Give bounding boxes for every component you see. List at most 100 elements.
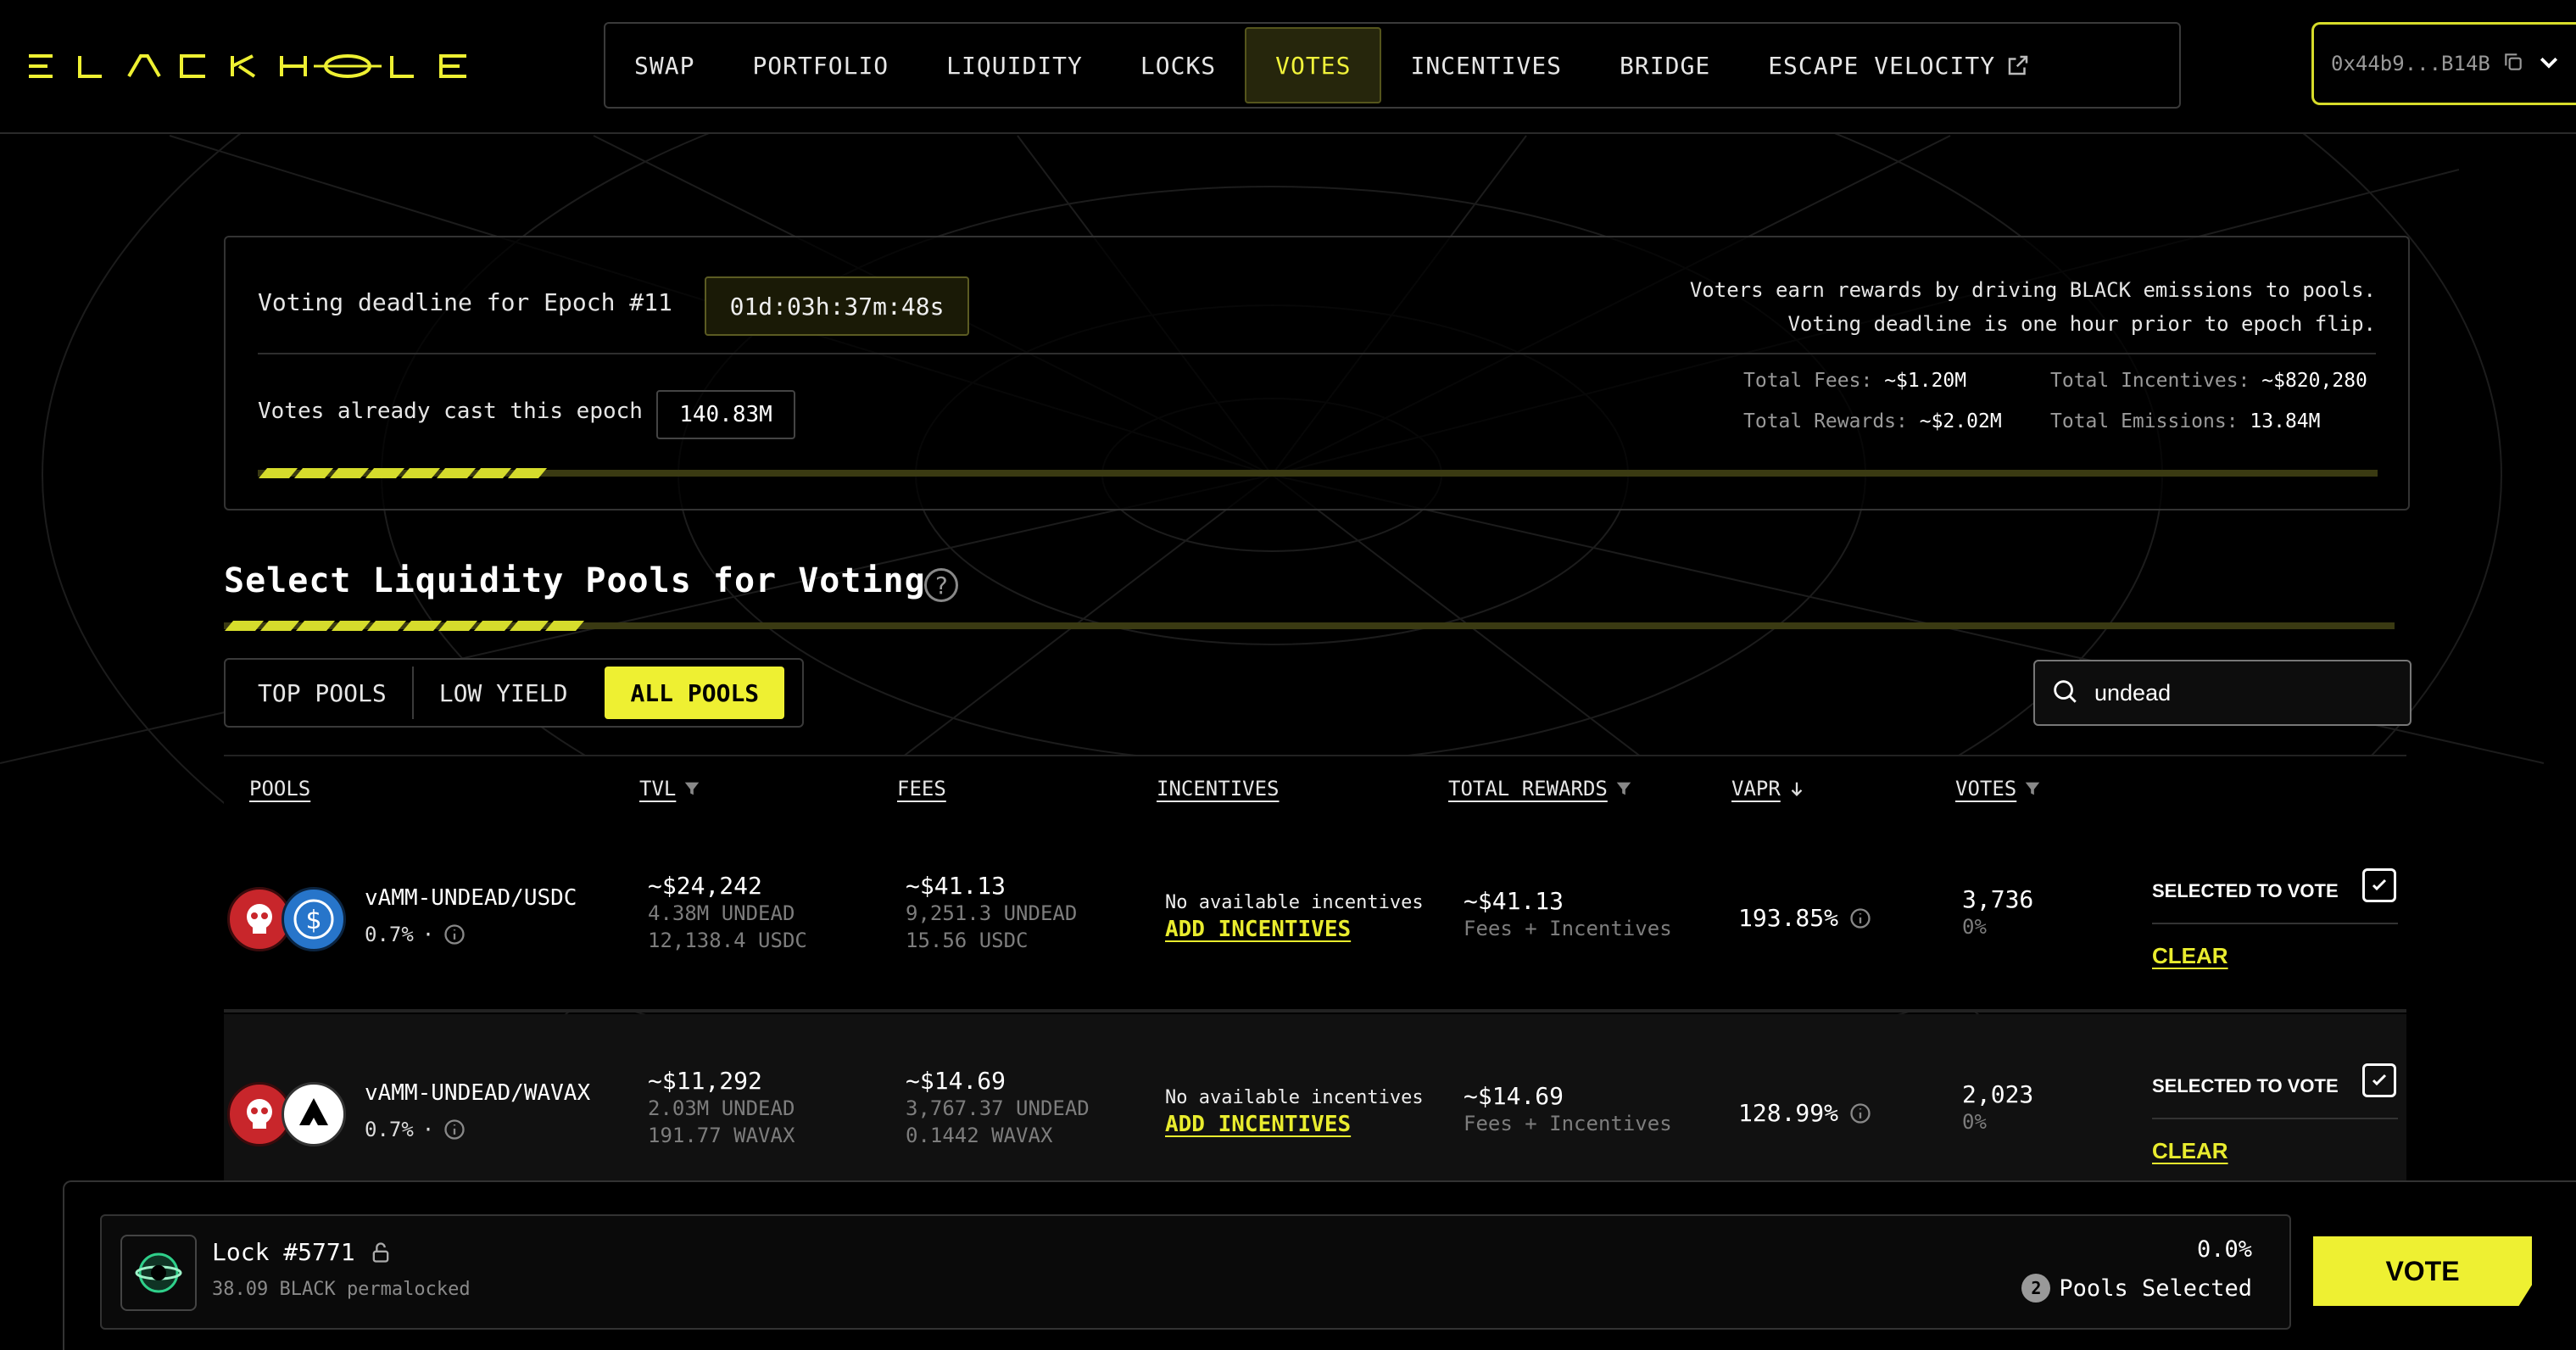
vote-summary-bar: Lock #5771 38.09 BLACK permalocked 0.0% … — [63, 1180, 2576, 1350]
epoch-info-card: Voting deadline for Epoch #11 01d:03h:37… — [224, 236, 2410, 510]
vote-checkbox[interactable] — [2362, 868, 2396, 902]
info-line-2: Voting deadline is one hour prior to epo… — [1787, 312, 2376, 336]
sort-down-icon — [1791, 782, 1803, 796]
info-icon[interactable] — [443, 923, 466, 946]
svg-text:$: $ — [305, 906, 321, 935]
tvl-token-a: 4.38M UNDEAD — [648, 901, 795, 925]
nav-bridge[interactable]: BRIDGE — [1591, 29, 1739, 102]
th-vapr[interactable]: VAPR — [1731, 777, 1806, 801]
th-total-rewards[interactable]: TOTAL REWARDS — [1448, 777, 1633, 801]
pool-name: vAMM-UNDEAD/USDC — [365, 885, 577, 911]
th-fees-label: FEES — [897, 777, 946, 801]
th-incentives-label: INCENTIVES — [1157, 777, 1280, 801]
th-pools-label: POOLS — [249, 777, 311, 801]
nav-escape-velocity[interactable]: ESCAPE VELOCITY — [1739, 29, 2060, 102]
add-incentives-link[interactable]: ADD INCENTIVES — [1165, 917, 1424, 942]
info-icon[interactable] — [1848, 907, 1872, 930]
incentives-cell: No available incentives ADD INCENTIVES — [1165, 892, 1424, 942]
th-tvl[interactable]: TVL — [639, 777, 701, 801]
pools-count-badge: 2 — [2021, 1274, 2051, 1303]
votes-value: 2,023 — [1962, 1080, 2034, 1108]
rewards-value: ~$14.69 — [1464, 1082, 1564, 1110]
th-votes[interactable]: VOTES — [1955, 777, 2042, 801]
votes-cell: 3,736 0% — [1962, 885, 2033, 940]
filter-low-yield[interactable]: LOW YIELD — [414, 667, 594, 719]
filter-icon — [685, 782, 700, 795]
th-incentives[interactable]: INCENTIVES — [1157, 777, 1280, 801]
info-icon[interactable] — [1848, 1102, 1872, 1125]
fees-cell: ~$41.13 9,251.3 UNDEAD 15.56 USDC — [906, 872, 1077, 954]
total-fees-label: Total Fees: — [1743, 370, 1873, 392]
main-nav: SWAP PORTFOLIO LIQUIDITY LOCKS VOTES INC… — [604, 22, 2181, 109]
pool-name: vAMM-UNDEAD/WAVAX — [365, 1080, 591, 1106]
pool-search[interactable] — [2033, 660, 2412, 726]
copy-icon[interactable] — [2502, 51, 2524, 76]
pool-fee: 0.7% · — [365, 923, 466, 946]
th-tvl-label: TVL — [639, 777, 677, 801]
rewards-value: ~$41.13 — [1464, 887, 1564, 915]
blackhole-logo[interactable] — [25, 49, 500, 83]
table-row[interactable]: $ vAMM-UNDEAD/USDC 0.7% · ~$24,242 4.38M… — [224, 819, 2406, 1012]
votes-cell: 2,023 0% — [1962, 1080, 2033, 1135]
lock-selector[interactable]: Lock #5771 38.09 BLACK permalocked 0.0% … — [100, 1214, 2291, 1330]
epoch-countdown: 01d:03h:37m:48s — [705, 276, 969, 336]
filter-all-pools[interactable]: ALL POOLS — [605, 667, 785, 719]
th-pools[interactable]: POOLS — [249, 777, 310, 801]
fees-token-b: 15.56 USDC — [906, 929, 1029, 952]
nav-votes[interactable]: VOTES — [1245, 27, 1382, 103]
nav-locks[interactable]: LOCKS — [1112, 29, 1245, 102]
wallet-button[interactable]: 0x44b9...B14B — [2311, 22, 2576, 105]
vapr-cell: 193.85% — [1738, 904, 1872, 932]
clear-link[interactable]: CLEAR — [2152, 943, 2228, 969]
wallet-address: 0x44b9...B14B — [2331, 52, 2490, 75]
tvl-value: ~$24,242 — [648, 872, 762, 900]
th-fees[interactable]: FEES — [897, 777, 946, 801]
total-rewards-label: Total Rewards: — [1743, 410, 1908, 432]
no-incentives-text: No available incentives — [1165, 1087, 1424, 1108]
fees-value: ~$14.69 — [906, 1067, 1006, 1095]
clear-link[interactable]: CLEAR — [2152, 1138, 2228, 1164]
unlock-icon — [372, 1241, 388, 1263]
help-icon[interactable]: ? — [924, 568, 958, 602]
rewards-subtitle: Fees + Incentives — [1464, 1112, 1672, 1135]
check-icon — [2372, 879, 2387, 891]
fees-cell: ~$14.69 3,767.37 UNDEAD 0.1442 WAVAX — [906, 1067, 1090, 1149]
filter-icon — [1616, 782, 1631, 795]
tvl-value: ~$11,292 — [648, 1067, 762, 1095]
card-divider — [258, 353, 2376, 354]
votes-percent: 0% — [1962, 1110, 1987, 1134]
separator-dot: · — [421, 1118, 435, 1141]
vote-checkbox[interactable] — [2362, 1063, 2396, 1097]
separator-dot: · — [421, 923, 435, 946]
nav-liquidity[interactable]: LIQUIDITY — [917, 29, 1112, 102]
votes-percent: 0% — [1962, 915, 1987, 939]
votes-value: 3,736 — [1962, 885, 2034, 913]
total-incentives-label: Total Incentives: — [2050, 370, 2250, 392]
pool-fee-value: 0.7% — [365, 1118, 414, 1141]
total-fees-stat: Total Fees: ~$1.20M — [1743, 370, 1966, 392]
table-row[interactable]: vAMM-UNDEAD/WAVAX 0.7% · ~$11,292 2.03M … — [224, 1014, 2406, 1204]
lock-token-icon — [120, 1235, 197, 1311]
vote-button[interactable]: VOTE — [2313, 1236, 2532, 1306]
search-input[interactable] — [2093, 678, 2384, 707]
logo-wordmark — [29, 54, 466, 78]
info-icon[interactable] — [443, 1118, 466, 1141]
tvl-token-b: 12,138.4 USDC — [648, 929, 807, 952]
th-vapr-label: VAPR — [1731, 777, 1781, 801]
tvl-cell: ~$24,242 4.38M UNDEAD 12,138.4 USDC — [648, 872, 807, 954]
total-rewards-stat: Total Rewards: ~$2.02M — [1743, 410, 2002, 432]
section-divider-stripes — [224, 621, 585, 631]
pool-fee-value: 0.7% — [365, 923, 414, 946]
chevron-down-icon[interactable] — [2536, 49, 2562, 78]
nav-incentives[interactable]: INCENTIVES — [1381, 29, 1591, 102]
nav-swap[interactable]: SWAP — [605, 29, 723, 102]
total-rewards-value: ~$2.02M — [1919, 410, 2002, 432]
rewards-cell: ~$41.13 Fees + Incentives — [1464, 887, 1672, 942]
filter-top-pools[interactable]: TOP POOLS — [232, 667, 414, 719]
no-incentives-text: No available incentives — [1165, 892, 1424, 913]
epoch-progress-track — [258, 470, 2378, 477]
add-incentives-link[interactable]: ADD INCENTIVES — [1165, 1112, 1424, 1137]
selected-to-vote-label: SELECTED TO VOTE — [2152, 880, 2339, 901]
nav-portfolio[interactable]: PORTFOLIO — [723, 29, 917, 102]
pools-selected-label: Pools Selected — [2059, 1275, 2252, 1302]
